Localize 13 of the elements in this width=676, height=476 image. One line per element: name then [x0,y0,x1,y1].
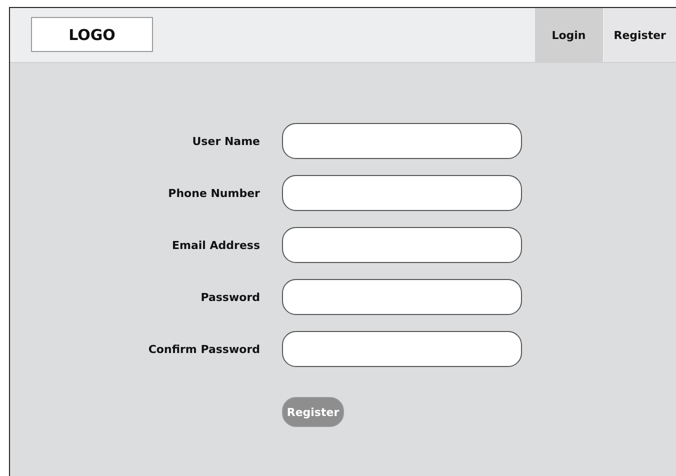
logo-text: LOGO [68,26,116,44]
input-field[interactable] [282,123,522,159]
field-label: Phone Number [167,186,260,200]
field-label: Confirm Password [147,342,260,356]
field-label: User Name [191,134,260,148]
input-field[interactable] [282,175,522,211]
input-field[interactable] [282,331,522,367]
nav-link[interactable]: Login [534,8,603,62]
nav-link[interactable]: Register [604,8,676,62]
input-field[interactable] [282,279,522,315]
input-field[interactable] [282,227,522,263]
field-label: Password [200,290,260,304]
field-label: Email Address [170,238,260,252]
